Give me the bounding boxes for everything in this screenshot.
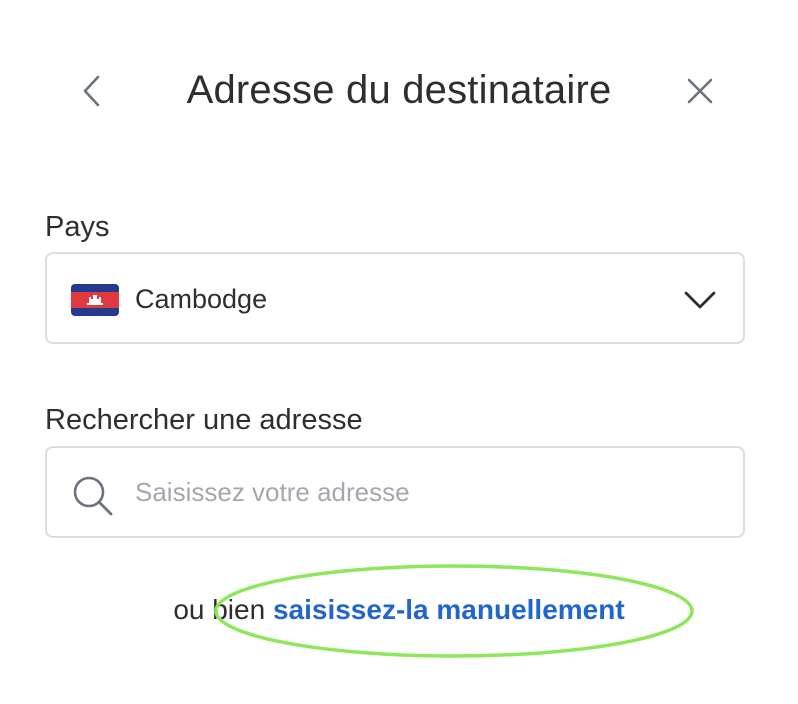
- country-select[interactable]: Cambodge: [45, 252, 745, 344]
- header: Adresse du destinataire: [0, 52, 798, 128]
- country-label: Pays: [45, 211, 110, 243]
- search-label: Rechercher une adresse: [45, 404, 363, 436]
- manual-entry-link[interactable]: saisissez-la manuellement: [273, 594, 625, 625]
- selected-country: Cambodge: [135, 284, 268, 314]
- manual-entry-line: ou bien saisissez-la manuellement: [0, 592, 798, 628]
- close-button[interactable]: [676, 67, 724, 115]
- manual-entry-prefix: ou bien: [173, 594, 273, 625]
- close-icon: [687, 78, 713, 104]
- recipient-address-panel: Adresse du destinataire Pays Cambodge Re…: [0, 0, 798, 704]
- cambodia-flag-icon: [71, 284, 119, 316]
- address-search-input[interactable]: [135, 472, 715, 512]
- chevron-down-icon: [684, 291, 716, 309]
- address-search-field[interactable]: [45, 446, 745, 538]
- search-icon: [73, 476, 113, 516]
